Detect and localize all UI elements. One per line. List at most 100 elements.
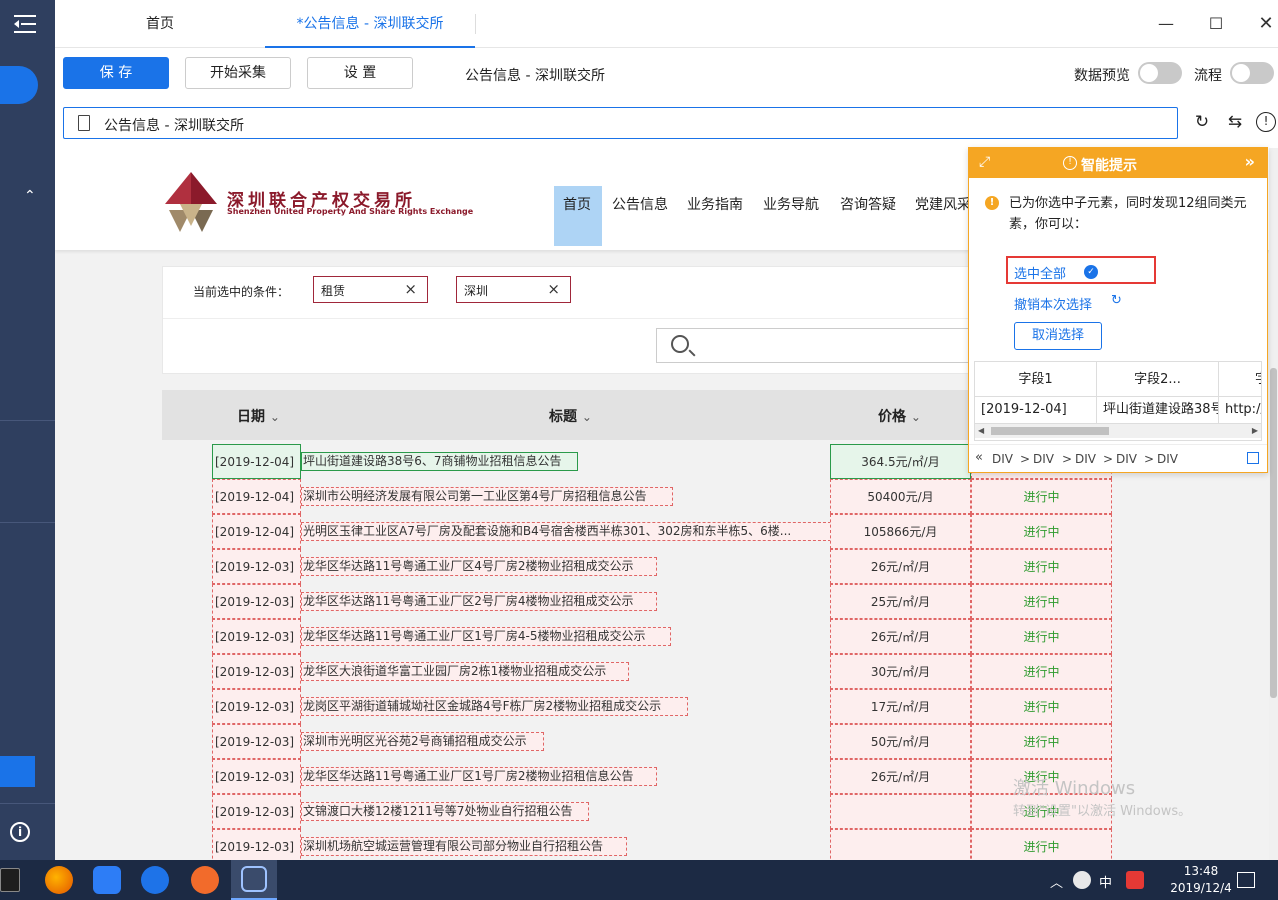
- tab-home[interactable]: 首页: [55, 0, 265, 48]
- minimize-icon[interactable]: —: [1154, 12, 1178, 36]
- active-app-slot[interactable]: [231, 860, 277, 900]
- intellij-icon[interactable]: [0, 868, 20, 892]
- notification-icon[interactable]: [1237, 872, 1255, 888]
- scroll-right-icon[interactable]: ▶: [1252, 424, 1258, 438]
- col-date[interactable]: 日期 ⌄: [237, 406, 280, 426]
- maps-app-icon[interactable]: [141, 866, 169, 894]
- ime-indicator[interactable]: 中: [1099, 872, 1112, 891]
- select-all-link[interactable]: 选中全部: [1014, 263, 1066, 282]
- row-status: 进行中: [971, 479, 1112, 514]
- table-row[interactable]: [2019-12-03] 龙华区华达路11号粤通工业厂区1号厂房2楼物业招租信息公…: [212, 759, 1112, 794]
- preview-scrollbar[interactable]: ◀ ▶: [975, 424, 1261, 438]
- nav-faq[interactable]: 咨询答疑: [840, 194, 896, 214]
- scrollbar-thumb[interactable]: [991, 427, 1109, 435]
- table-row[interactable]: [2019-12-03] 深圳机场航空城运营管理有限公司部分物业自行招租公告 进行中: [212, 829, 1112, 860]
- table-row[interactable]: [2019-12-03] 文锦渡口大楼12楼1211号等7处物业自行招租公告 进行中: [212, 794, 1112, 829]
- scrollbar-thumb[interactable]: [1270, 368, 1277, 698]
- row-title-link[interactable]: 龙华区华达路11号粤通工业厂区2号厂房4楼物业招租成交公示: [301, 592, 657, 611]
- menu-collapse-icon[interactable]: [12, 12, 38, 36]
- search-input[interactable]: [656, 328, 1013, 363]
- row-title-link[interactable]: 光明区玉律工业区A7号厂房及配套设施和B4号宿舍楼西半栋301、302房和东半栋…: [301, 522, 831, 541]
- nav-guide[interactable]: 业务指南: [687, 194, 743, 214]
- table-row[interactable]: [2019-12-04] 深圳市公明经济发展有限公司第一工业区第4号厂房招租信息公…: [212, 479, 1112, 514]
- row-title-link[interactable]: 龙华区华达路11号粤通工业厂区1号厂房2楼物业招租信息公告: [301, 767, 657, 786]
- col-price[interactable]: 价格 ⌄: [878, 406, 921, 426]
- row-title-link[interactable]: 龙岗区平湖街道辅城坳社区金城路4号F栋厂房2楼物业招租成交公示: [301, 697, 688, 716]
- row-title-link[interactable]: 深圳机场航空城运营管理有限公司部分物业自行招租公告: [301, 837, 627, 856]
- toolbar: 保 存 开始采集 设 置 公告信息 - 深圳联交所 数据预览 流程: [55, 48, 1278, 98]
- row-title-link[interactable]: 龙华区华达路11号粤通工业厂区4号厂房2楼物业招租成交公示: [301, 557, 657, 576]
- row-date: [2019-12-03]: [212, 724, 301, 759]
- sidebar-highlight-item[interactable]: [0, 756, 35, 787]
- row-date: [2019-12-03]: [212, 829, 301, 860]
- row-price: [830, 794, 971, 829]
- close-icon[interactable]: ×: [404, 280, 417, 298]
- sogou-icon[interactable]: [1126, 871, 1144, 889]
- nav-navigation[interactable]: 业务导航: [763, 194, 819, 214]
- row-title-link[interactable]: 深圳市公明经济发展有限公司第一工业区第4号厂房招租信息公告: [301, 487, 673, 506]
- breadcrumb-item[interactable]: DIV: [1075, 452, 1096, 466]
- breadcrumb-item[interactable]: DIV: [992, 452, 1013, 466]
- address-bar[interactable]: 公告信息 - 深圳联交所: [63, 107, 1178, 139]
- table-row[interactable]: [2019-12-03] 龙岗区平湖街道辅城坳社区金城路4号F栋厂房2楼物业招租成…: [212, 689, 1112, 724]
- feather-app-icon[interactable]: [191, 866, 219, 894]
- breadcrumb-item[interactable]: DIV: [1033, 452, 1054, 466]
- tab-bar: 首页 *公告信息 - 深圳联交所 — ☐ ✕: [55, 0, 1278, 48]
- tab-announcement[interactable]: *公告信息 - 深圳联交所: [265, 0, 475, 48]
- firefox-icon[interactable]: [45, 866, 73, 894]
- maximize-icon[interactable]: ☐: [1204, 12, 1228, 36]
- scroll-left-icon[interactable]: ◀: [978, 424, 984, 438]
- flow-label: 流程: [1194, 68, 1222, 84]
- table-row[interactable]: [2019-12-03] 龙华区大浪街道华富工业园厂房2栋1楼物业招租成交公示 30…: [212, 654, 1112, 689]
- row-status: 进行中: [971, 619, 1112, 654]
- sort-icon: ⌄: [269, 410, 280, 424]
- nav-home[interactable]: 首页: [563, 194, 591, 214]
- toggle-knob: [1232, 64, 1250, 82]
- breadcrumb-item[interactable]: DIV: [1157, 452, 1178, 466]
- chevron-up-icon[interactable]: ⌃: [24, 188, 36, 204]
- table-row[interactable]: [2019-12-03] 龙华区华达路11号粤通工业厂区4号厂房2楼物业招租成交公…: [212, 549, 1112, 584]
- data-preview-toggle[interactable]: [1138, 62, 1182, 84]
- settings-button[interactable]: 设 置: [307, 57, 413, 89]
- row-date: [2019-12-03]: [212, 689, 301, 724]
- row-title-link[interactable]: 深圳市光明区光谷苑2号商铺招租成交公示: [301, 732, 544, 751]
- qq-icon[interactable]: [1073, 871, 1091, 889]
- start-collect-button[interactable]: 开始采集: [185, 57, 291, 89]
- activation-watermark-sub: 转到"设置"以激活 Windows。: [1013, 804, 1192, 819]
- info-icon[interactable]: i: [10, 822, 30, 842]
- close-icon[interactable]: ×: [547, 280, 560, 298]
- collapse-icon[interactable]: »: [1245, 152, 1255, 171]
- nav-announcements[interactable]: 公告信息: [612, 194, 668, 214]
- table-row[interactable]: [2019-12-03] 深圳市光明区光谷苑2号商铺招租成交公示 50元/㎡/月 进行…: [212, 724, 1112, 759]
- table-row[interactable]: [2019-12-03] 龙华区华达路11号粤通工业厂区2号厂房4楼物业招租成交公…: [212, 584, 1112, 619]
- expand-icon[interactable]: ⤢: [979, 154, 990, 170]
- chevron-double-left-icon[interactable]: «: [975, 450, 983, 465]
- col-title[interactable]: 标题 ⌄: [549, 406, 592, 426]
- alert-icon[interactable]: !: [1256, 112, 1276, 132]
- save-button[interactable]: 保 存: [63, 57, 169, 89]
- row-title-link[interactable]: 文锦渡口大楼12楼1211号等7处物业自行招租公告: [301, 802, 589, 821]
- sidebar-active-item[interactable]: [0, 66, 38, 104]
- locate-icon[interactable]: [1247, 452, 1259, 464]
- switch-icon[interactable]: ⇆: [1224, 111, 1246, 133]
- close-icon[interactable]: ✕: [1254, 12, 1278, 36]
- cancel-selection-button[interactable]: 取消选择: [1014, 322, 1102, 350]
- notes-app-icon[interactable]: [93, 866, 121, 894]
- row-price: 26元/㎡/月: [830, 759, 971, 794]
- flow-toggle[interactable]: [1230, 62, 1274, 84]
- breadcrumb-item[interactable]: DIV: [1116, 452, 1137, 466]
- clock[interactable]: 13:48 2019/12/4: [1166, 863, 1236, 897]
- page-scrollbar[interactable]: [1269, 148, 1278, 860]
- row-title-link[interactable]: 龙华区华达路11号粤通工业厂区1号厂房4-5楼物业招租成交公示: [301, 627, 671, 646]
- filter-chip[interactable]: 租赁 ×: [313, 276, 428, 303]
- refresh-icon[interactable]: ↻: [1191, 111, 1213, 133]
- row-title-link[interactable]: 坪山街道建设路38号6、7商铺物业招租信息公告: [301, 452, 578, 471]
- table-row[interactable]: [2019-12-04] 光明区玉律工业区A7号厂房及配套设施和B4号宿舍楼西半栋…: [212, 514, 1112, 549]
- undo-selection-link[interactable]: 撤销本次选择: [1014, 294, 1092, 313]
- row-status: 进行中: [971, 514, 1112, 549]
- filter-chip[interactable]: 深圳 ×: [456, 276, 571, 303]
- nav-party[interactable]: 党建风采: [915, 194, 971, 214]
- table-row[interactable]: [2019-12-03] 龙华区华达路11号粤通工业厂区1号厂房4-5楼物业招租成…: [212, 619, 1112, 654]
- row-title-link[interactable]: 龙华区大浪街道华富工业园厂房2栋1楼物业招租成交公示: [301, 662, 629, 681]
- chevron-up-icon[interactable]: ︿: [1050, 872, 1063, 891]
